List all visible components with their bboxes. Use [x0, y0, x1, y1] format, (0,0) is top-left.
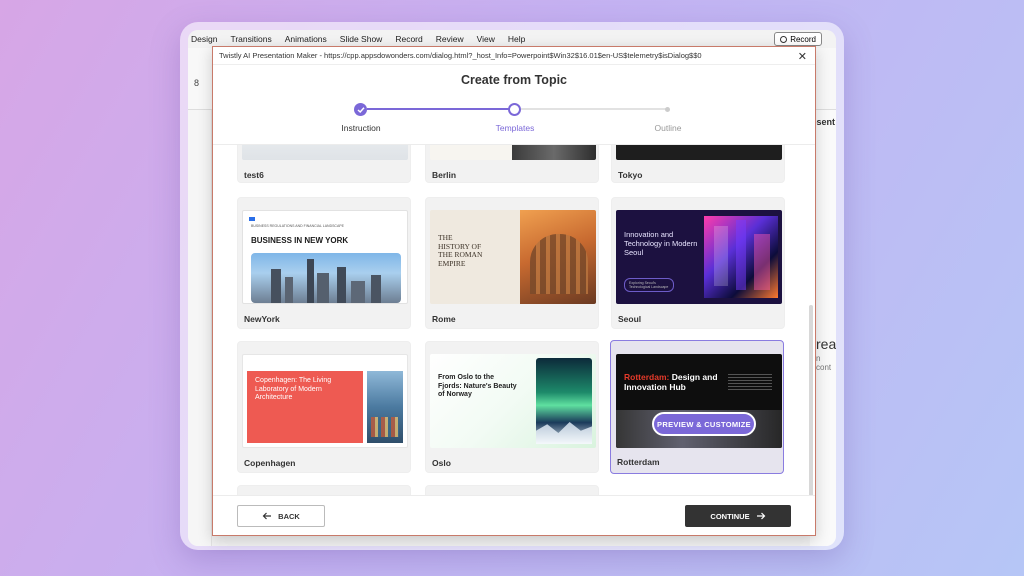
close-icon[interactable]: ✕: [798, 50, 807, 63]
record-button[interactable]: Record: [774, 32, 822, 46]
step-templates-label: Templates: [495, 123, 535, 133]
behind-pane-heading: reat: [816, 336, 836, 352]
template-card-rome[interactable]: THE HISTORY OF THE ROMAN EMPIRE Rome: [425, 197, 599, 329]
step-connector-done: [367, 108, 509, 110]
template-name: Seoul: [618, 314, 642, 324]
step-outline-dot[interactable]: [665, 107, 670, 112]
template-card-berlin[interactable]: Berlin: [425, 145, 599, 183]
continue-button[interactable]: CONTINUE: [685, 505, 791, 527]
thumbnail-headline: Innovation and Technology in Modern Seou…: [624, 230, 698, 257]
template-card-oslo[interactable]: From Oslo to the Fjords: Nature's Beauty…: [425, 341, 599, 473]
step-instruction-check-icon[interactable]: [354, 103, 367, 116]
slide-number: 8: [194, 78, 200, 88]
template-name: Tokyo: [618, 170, 643, 180]
template-thumbnail: From Oslo to the Fjords: Nature's Beauty…: [430, 354, 596, 448]
template-card-seoul[interactable]: Innovation and Technology in Modern Seou…: [611, 197, 785, 329]
preview-customize-button[interactable]: PREVIEW & CUSTOMIZE: [652, 412, 756, 436]
thumbnail-headline: THE HISTORY OF THE ROMAN EMPIRE: [438, 233, 483, 268]
template-card-newyork[interactable]: BUSINESS REGULATIONS AND FINANCIAL LANDS…: [237, 197, 411, 329]
tab-animations[interactable]: Animations: [285, 34, 327, 44]
arrow-right-icon: [756, 512, 765, 520]
back-button[interactable]: BACK: [237, 505, 325, 527]
record-label: Record: [790, 34, 816, 44]
slide-thumbnails-pane: [188, 110, 212, 546]
behind-pane-subtext: n cont: [816, 354, 832, 372]
thumbnail-headline: From Oslo to the Fjords: Nature's Beauty…: [438, 374, 517, 398]
template-card-copenhagen[interactable]: Copenhagen: The Living Laboratory of Mod…: [237, 341, 411, 473]
template-card-next-2[interactable]: [425, 485, 599, 495]
twistly-dialog: Twistly AI Presentation Maker - https://…: [212, 46, 816, 536]
template-thumbnail: [430, 145, 596, 160]
tab-slide-show[interactable]: Slide Show: [340, 34, 383, 44]
tab-view[interactable]: View: [477, 34, 495, 44]
template-name: Berlin: [432, 170, 457, 180]
template-thumbnail: THE HISTORY OF THE ROMAN EMPIRE: [430, 210, 596, 304]
thumbnail-headline: Copenhagen: The Living Laboratory of Mod…: [255, 377, 332, 401]
back-label: BACK: [278, 511, 300, 521]
dialog-titlebar: Twistly AI Presentation Maker - https://…: [213, 47, 815, 65]
template-name: Rotterdam: [617, 457, 660, 467]
template-thumbnail: Innovation and Technology in Modern Seou…: [616, 210, 782, 304]
stepper: Instruction Templates Outline: [213, 103, 815, 143]
template-thumbnail: Copenhagen: The Living Laboratory of Mod…: [242, 354, 408, 448]
template-card-rotterdam[interactable]: Rotterdam: Design and Innovation Hub PRE…: [610, 340, 784, 474]
arrow-left-icon: [262, 512, 272, 520]
grid-scrollbar[interactable]: [809, 305, 813, 495]
headline-red-part: Rotterdam:: [624, 372, 670, 382]
template-name: Oslo: [432, 458, 451, 468]
continue-label: CONTINUE: [710, 511, 750, 521]
template-thumbnail: BUSINESS REGULATIONS AND FINANCIAL LANDS…: [242, 210, 408, 304]
dialog-footer: BACK CONTINUE: [213, 495, 815, 535]
template-card-tokyo[interactable]: Tokyo: [611, 145, 785, 183]
template-name: test6: [244, 170, 264, 180]
step-connector-pending: [521, 108, 667, 110]
template-card-next-1[interactable]: [237, 485, 411, 495]
tab-record[interactable]: Record: [395, 34, 422, 44]
step-templates-indicator[interactable]: [508, 103, 521, 116]
tab-help[interactable]: Help: [508, 34, 525, 44]
tab-review[interactable]: Review: [436, 34, 464, 44]
template-name: NewYork: [244, 314, 280, 324]
template-thumbnail: [616, 145, 782, 160]
template-name: Copenhagen: [244, 458, 296, 468]
template-name: Rome: [432, 314, 456, 324]
thumbnail-subtitle: Exploring Seoul's Technological Landscap…: [624, 278, 674, 292]
thumbnail-headline: BUSINESS IN NEW YORK: [251, 236, 349, 245]
tab-transitions[interactable]: Transitions: [230, 34, 271, 44]
step-outline-label: Outline: [654, 123, 682, 133]
thumbnail-headline: Rotterdam: Design and Innovation Hub: [624, 372, 720, 392]
dialog-title: Create from Topic: [460, 73, 568, 87]
dialog-header: Create from Topic Instruction Templates …: [213, 65, 815, 145]
tab-design[interactable]: Design: [191, 34, 217, 44]
template-thumbnail: Rotterdam: Design and Innovation Hub PRE…: [616, 354, 782, 448]
template-thumbnail: [242, 145, 408, 160]
template-card-test6[interactable]: test6: [237, 145, 411, 183]
record-icon: [780, 35, 788, 43]
step-instruction-label: Instruction: [341, 123, 381, 133]
template-grid: test6 Berlin Tokyo BUSINESS REGULATIONS …: [213, 145, 815, 495]
thumbnail-kicker: BUSINESS REGULATIONS AND FINANCIAL LANDS…: [251, 224, 344, 228]
